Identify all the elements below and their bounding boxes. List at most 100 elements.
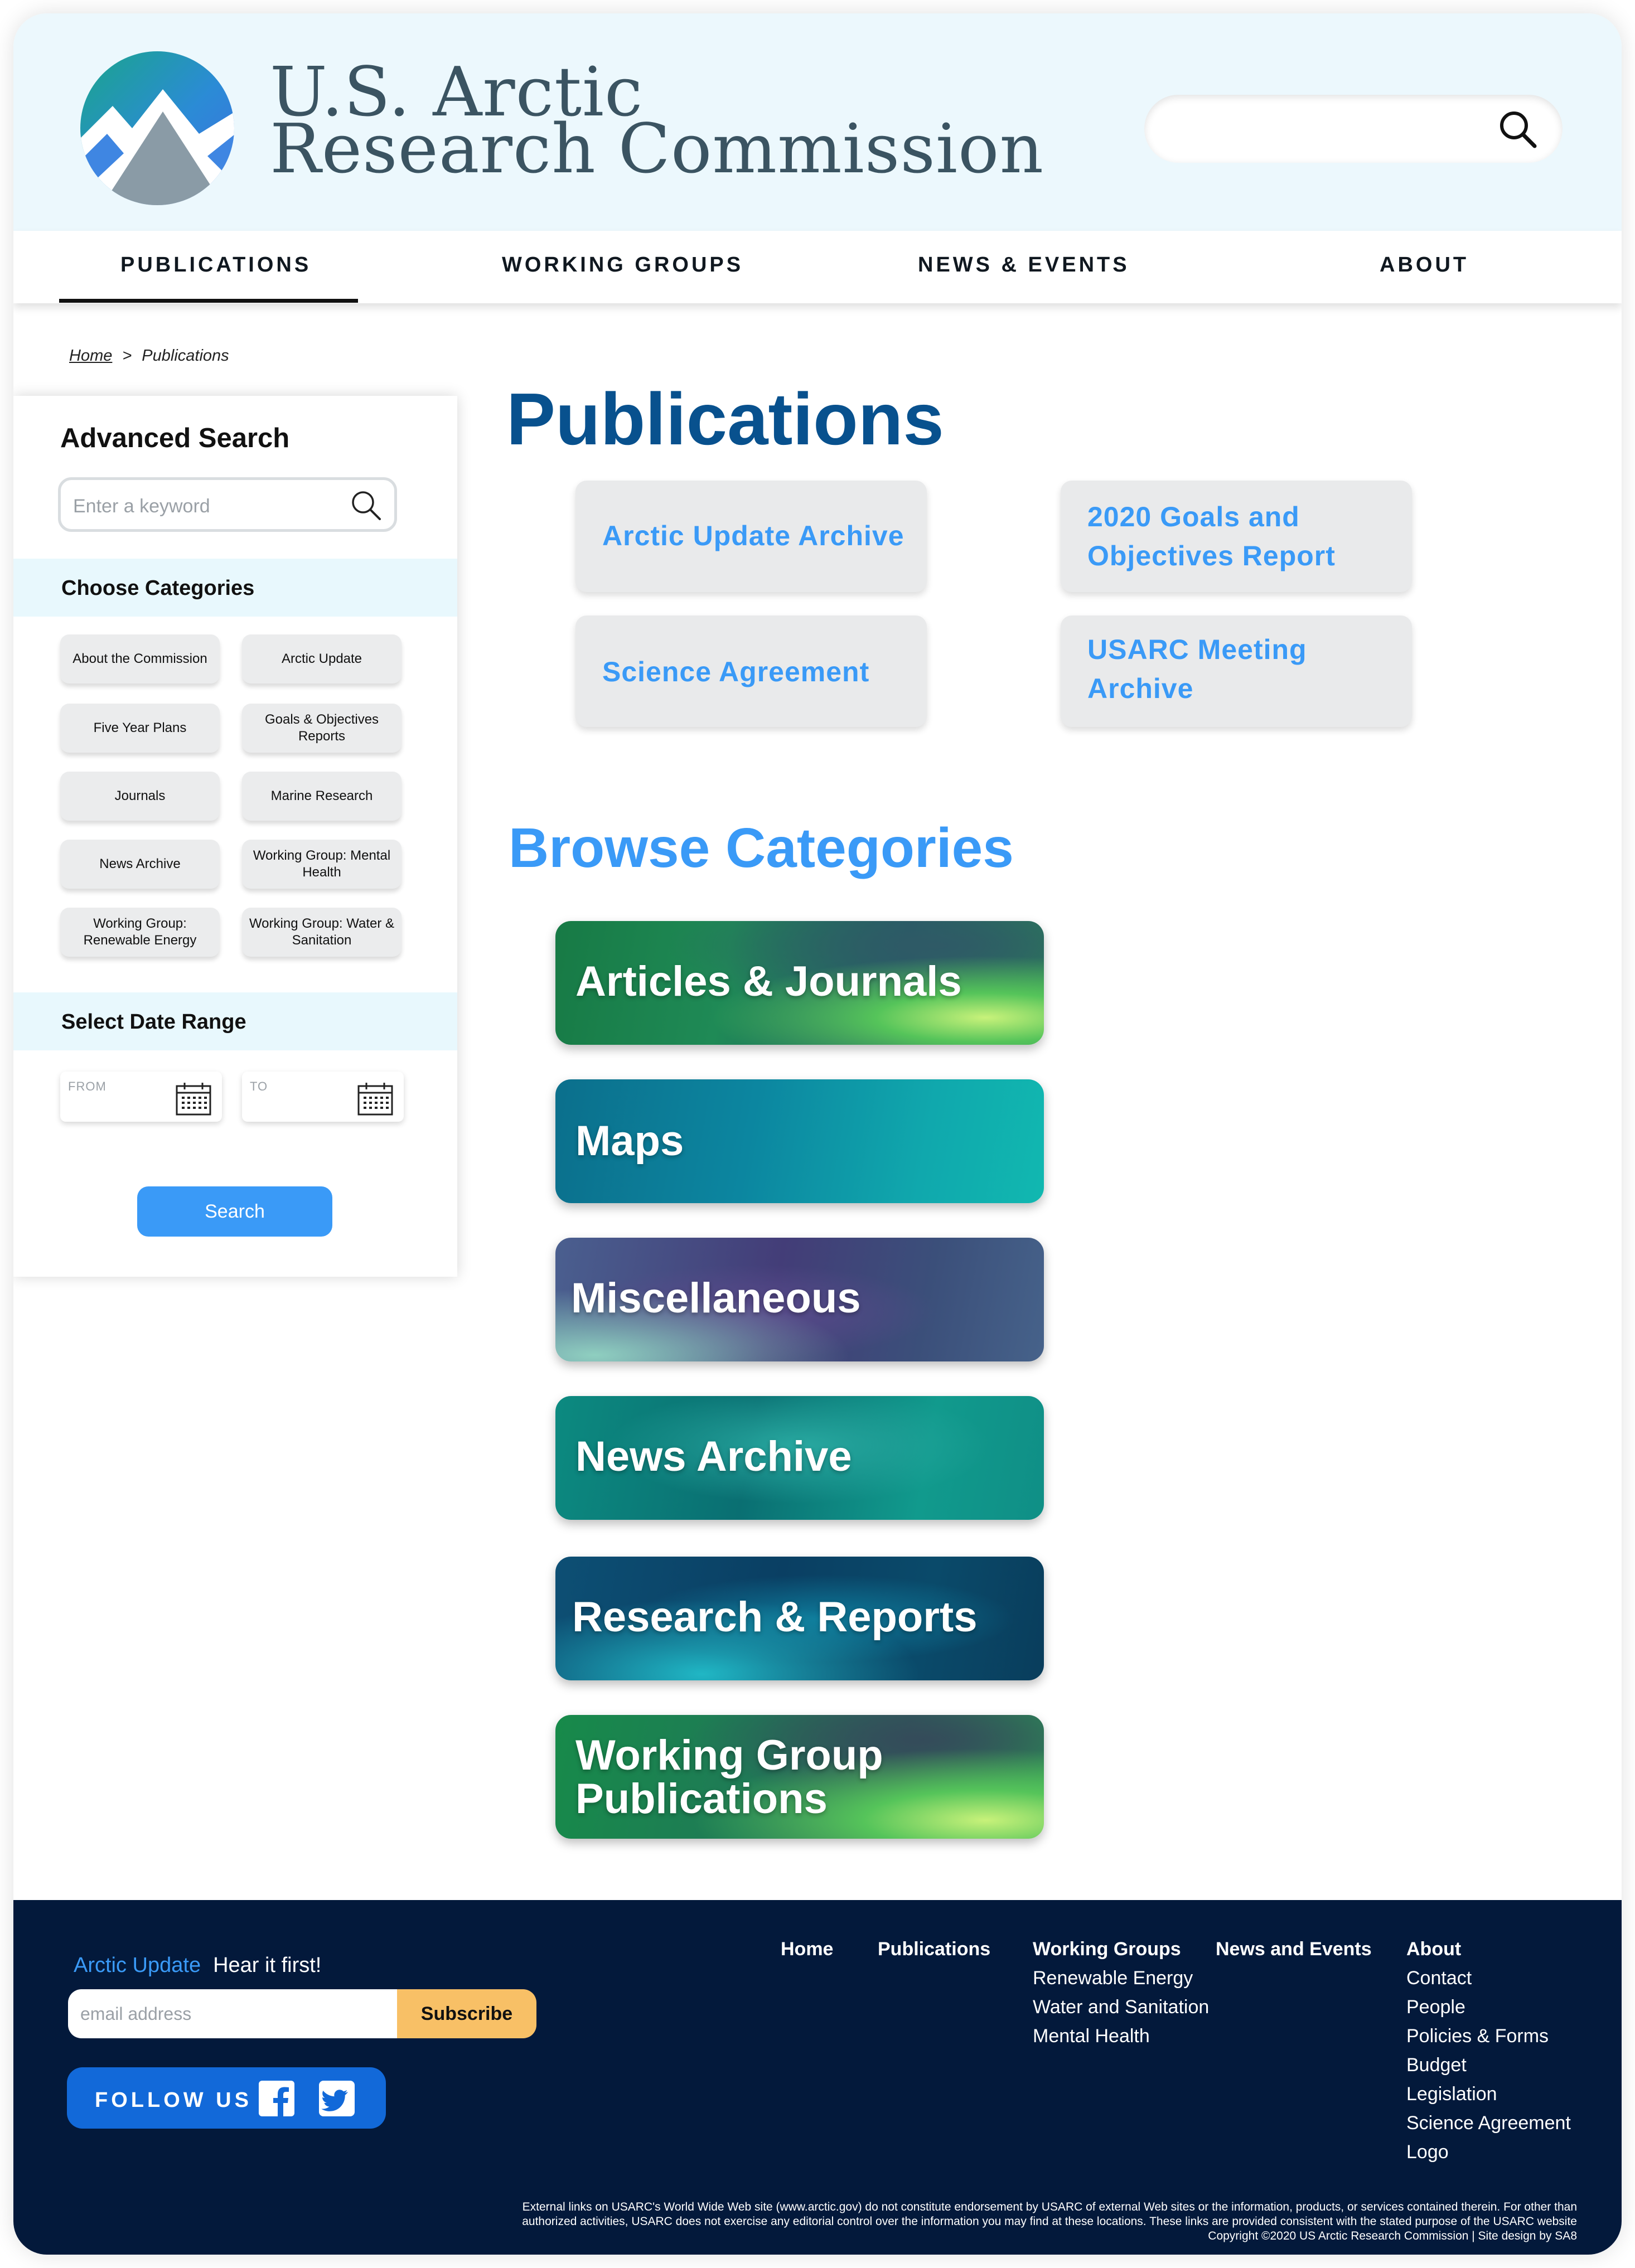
main-nav: PUBLICATIONS WORKING GROUPS NEWS & EVENT… [13,231,1622,303]
nav-publications[interactable]: PUBLICATIONS [120,253,311,277]
follow-us-label: FOLLOW US [95,2088,252,2112]
browse-categories-title: Browse Categories [509,817,1014,879]
featured-card-label: 2020 Goals and Objectives Report [1087,501,1336,571]
category-chip[interactable]: Marine Research [242,772,402,821]
twitter-icon[interactable] [319,2081,355,2116]
featured-card-arctic-update-archive[interactable]: Arctic Update Archive [575,481,927,592]
keyword-search-input[interactable]: Enter a keyword [58,477,397,532]
breadcrumb-home[interactable]: Home [69,347,112,365]
category-chip[interactable]: Journals [60,772,220,821]
browse-research-reports[interactable]: Research & Reports [555,1557,1044,1680]
featured-card-science-agreement[interactable]: Science Agreement [575,616,927,727]
category-chip[interactable]: News Archive [60,840,220,889]
footer-col-news: News and Events [1216,1935,1372,1964]
keyword-placeholder: Enter a keyword [73,496,210,517]
browse-category-label: Working Group Publications [575,1732,883,1823]
advanced-search-title: Advanced Search [60,423,290,453]
browse-category-label: Research & Reports [572,1593,978,1641]
featured-card-label: Science Agreement [602,656,870,687]
date-to-field[interactable]: TO [242,1072,404,1122]
date-range-heading-band: Select Date Range [13,992,457,1050]
footer-link[interactable]: Renewable Energy [1033,1964,1209,1993]
footer-link[interactable]: Budget [1406,2051,1571,2080]
footer-link-home[interactable]: Home [781,1935,833,1964]
browse-category-label: Articles & Journals [575,958,962,1005]
search-icon[interactable] [1496,107,1540,152]
arctic-update-label[interactable]: Arctic Update [74,1954,201,1977]
footer-link-working-groups[interactable]: Working Groups [1033,1935,1209,1964]
footer-link[interactable]: Policies & Forms [1406,2022,1571,2051]
newsletter-email-input[interactable]: email address [68,1989,397,2038]
featured-card-usarc-meeting-archive[interactable]: USARC Meeting Archive [1061,616,1412,727]
footer-col-about: About Contact People Policies & Forms Bu… [1406,1935,1571,2167]
footer-link[interactable]: Contact [1406,1964,1571,1993]
nav-about[interactable]: ABOUT [1380,253,1469,277]
footer-link-news-events[interactable]: News and Events [1216,1935,1372,1964]
nav-working-groups[interactable]: WORKING GROUPS [502,253,743,277]
nav-news-events[interactable]: NEWS & EVENTS [918,253,1130,277]
header-search-input[interactable] [1144,95,1563,163]
footer-link[interactable]: Logo [1406,2138,1571,2167]
org-name[interactable]: U.S. Arctic Research Commission [270,58,1044,188]
legal-line: External links on USARC's World Wide Web… [522,2201,1577,2213]
categories-heading: Choose Categories [61,576,255,600]
nav-active-indicator [59,299,358,303]
legal-line: authorized activities, USARC does not ex… [522,2215,1577,2228]
site-header: U.S. Arctic Research Commission [13,13,1622,231]
breadcrumb-current: Publications [142,347,229,365]
footer-col-publications: Publications [878,1935,990,1964]
browse-news-archive[interactable]: News Archive [555,1396,1044,1520]
featured-card-goals-report[interactable]: 2020 Goals and Objectives Report [1061,481,1412,592]
footer-link[interactable]: Legislation [1406,2080,1571,2109]
footer-link[interactable]: Science Agreement [1406,2109,1571,2138]
advanced-search-button[interactable]: Search [137,1186,332,1237]
browse-category-label: Maps [575,1117,684,1165]
browse-maps[interactable]: Maps [555,1079,1044,1203]
subscribe-button[interactable]: Subscribe [397,1989,536,2038]
footer-link[interactable]: People [1406,1993,1571,2022]
breadcrumb-separator: > [122,347,132,365]
advanced-search-panel: Advanced Search Enter a keyword Choose C… [13,396,457,1277]
facebook-icon[interactable] [259,2081,294,2116]
org-name-line2: Research Commission [270,109,1044,188]
footer-link-about[interactable]: About [1406,1935,1571,1964]
browse-working-group-publications[interactable]: Working Group Publications [555,1715,1044,1839]
follow-us-bar: FOLLOW US [67,2067,386,2129]
legal-disclaimer: External links on USARC's World Wide Web… [406,2200,1577,2243]
category-chip[interactable]: Goals & Objectives Reports [242,704,402,753]
browse-articles-journals[interactable]: Articles & Journals [555,921,1044,1045]
category-chip[interactable]: Working Group: Mental Health [242,840,402,889]
email-placeholder: email address [80,2004,192,2024]
arctic-update-tagline: Hear it first! [213,1954,322,1977]
featured-card-label: Arctic Update Archive [602,520,904,551]
logo-mountain-icon[interactable] [79,50,235,206]
page-frame: U.S. Arctic Research Commission PUBLICAT… [13,13,1622,2255]
category-chip[interactable]: Working Group: Water & Sanitation [242,908,402,957]
footer-link[interactable]: Water and Sanitation [1033,1993,1209,2022]
copyright-line: Copyright ©2020 US Arctic Research Commi… [1208,2230,1577,2242]
category-chip[interactable]: Five Year Plans [60,704,220,753]
categories-heading-band: Choose Categories [13,559,457,617]
footer-link[interactable]: Mental Health [1033,2022,1209,2051]
calendar-icon[interactable] [357,1082,394,1116]
footer-link-publications[interactable]: Publications [878,1935,990,1964]
browse-category-label: News Archive [575,1433,852,1480]
footer-col-working-groups: Working Groups Renewable Energy Water an… [1033,1935,1209,2051]
date-from-label: FROM [68,1079,107,1093]
breadcrumb: Home > Publications [69,347,229,365]
site-footer: Arctic Update Hear it first! email addres… [13,1900,1622,2255]
category-chip[interactable]: About the Commission [60,634,220,684]
footer-col-home: Home [781,1935,833,1964]
calendar-icon[interactable] [175,1082,212,1116]
date-from-field[interactable]: FROM [60,1072,222,1122]
date-range-heading: Select Date Range [61,1010,246,1034]
search-icon[interactable] [349,488,384,524]
date-to-label: TO [250,1079,268,1093]
featured-card-label: USARC Meeting Archive [1087,634,1307,704]
category-chip[interactable]: Working Group: Renewable Energy [60,908,220,957]
browse-category-label: Miscellaneous [571,1274,861,1322]
arctic-update-signup: Arctic Update Hear it first! [74,1954,321,1978]
browse-miscellaneous[interactable]: Miscellaneous [555,1238,1044,1361]
page-title: Publications [506,378,944,460]
category-chip[interactable]: Arctic Update [242,634,402,684]
